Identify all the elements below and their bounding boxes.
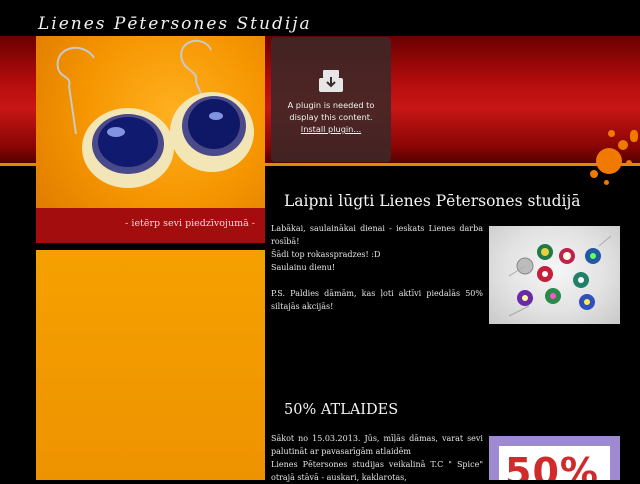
left-column: - ietērp sevi piedzīvojumā - [36, 36, 265, 480]
site-title[interactable]: Lienes Pētersones Studija [38, 14, 312, 34]
left-orange-panel [36, 250, 265, 480]
sale-heading: 50% ATLAIDES [284, 402, 399, 418]
install-plugin-link[interactable]: Install plugin... [271, 124, 391, 134]
welcome-spacer [271, 274, 483, 287]
sale-badge-text: 50% [505, 450, 599, 480]
sale-line: Lienes Pētersones studijas veikalinā T.C… [271, 460, 483, 482]
welcome-text: Labākai, saulainākai dienai - ieskats Li… [271, 222, 483, 313]
sale-banner-image: 50% [489, 436, 620, 480]
welcome-line: Saulainu dienu! [271, 263, 336, 272]
sticker-products-photo [489, 226, 620, 324]
download-arrow-icon [319, 70, 343, 92]
sale-text: Sākot no 15.03.2013. Jūs, mīļās dāmas, v… [271, 432, 483, 484]
welcome-line: P.S. Paldies dāmām, kas ļoti aktīvi pied… [271, 289, 483, 311]
welcome-line: Labākai, saulainākai dienai - ieskats Li… [271, 224, 483, 246]
welcome-line: Šādi top rokasspradzes! :D [271, 250, 381, 259]
earrings-photo [36, 36, 265, 208]
slogan-text: - ietērp sevi piedzīvojumā - [125, 218, 255, 229]
welcome-heading: Laipni lūgti Lienes Pētersones studijā [284, 192, 581, 210]
sale-line: Sākot no 15.03.2013. Jūs, mīļās dāmas, v… [271, 434, 483, 456]
plugin-placeholder[interactable]: A plugin is needed to display this conte… [271, 37, 391, 162]
slogan-bar: - ietērp sevi piedzīvojumā - [36, 208, 265, 243]
plugin-message: A plugin is needed to display this conte… [287, 100, 375, 122]
